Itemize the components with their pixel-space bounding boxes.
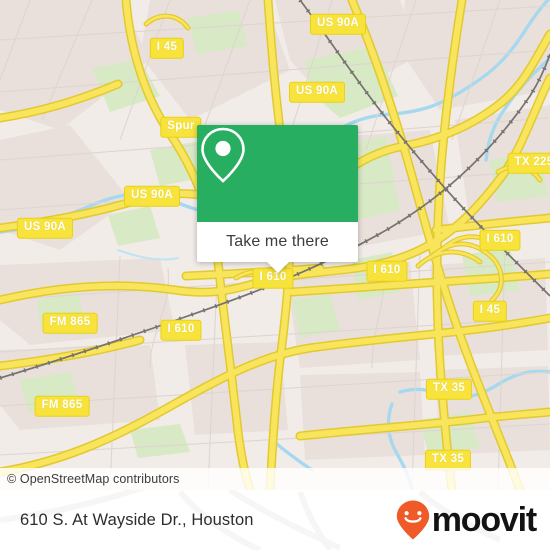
map-pin-icon	[201, 127, 245, 183]
moovit-logo[interactable]: moovit	[395, 499, 550, 541]
popup-pointer-tail	[266, 262, 289, 273]
road-shield-label: TX 225	[507, 152, 550, 174]
road-shield-label: I 610	[160, 319, 202, 341]
road-shield-label: FM 865	[34, 395, 90, 417]
map-canvas[interactable]: US 90A I 45 US 90A Spur TX 225 US 90A I 610 US …	[0, 0, 550, 490]
moovit-pin-icon	[396, 500, 429, 540]
location-popup[interactable]: Take me there	[197, 125, 358, 273]
road-shield-label: US 90A	[123, 185, 181, 207]
road-shield-label: US 90A	[16, 217, 74, 239]
moovit-wordmark: moovit	[431, 501, 537, 539]
map-attribution: © OpenStreetMap contributors	[0, 468, 550, 490]
road-shield-label: Spur	[160, 116, 202, 138]
road-shield-label: FM 865	[42, 312, 98, 334]
road-shield-label: US 90A	[288, 81, 346, 103]
moovit-map-screenshot: US 90A I 45 US 90A Spur TX 225 US 90A I 610 US …	[0, 0, 550, 550]
footer-bar: 610 S. At Wayside Dr., Houston moovit	[0, 490, 550, 550]
road-shield-label: TX 35	[425, 378, 473, 400]
road-shield-label: I 45	[149, 37, 185, 59]
take-me-there-button[interactable]: Take me there	[197, 222, 358, 262]
address-label: 610 S. At Wayside Dr., Houston	[20, 510, 254, 529]
road-shield-label: I 45	[472, 300, 508, 322]
road-shield-label: I 610	[366, 260, 408, 282]
take-me-there-label: Take me there	[226, 233, 329, 250]
road-shield-label: US 90A	[309, 13, 367, 35]
attribution-text: © OpenStreetMap contributors	[7, 472, 180, 486]
popup-header	[197, 125, 358, 222]
road-shield-label: I 610	[479, 229, 521, 251]
